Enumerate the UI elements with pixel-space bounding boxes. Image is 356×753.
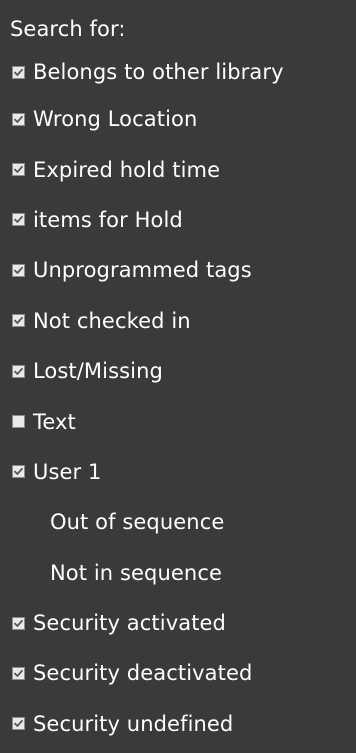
checkbox[interactable]: [12, 314, 25, 328]
checkmark-icon: [14, 669, 23, 677]
search-option-row[interactable]: Not checked in: [0, 296, 356, 346]
search-option-label: Expired hold time: [33, 157, 221, 182]
search-options-panel: Search for: Belongs to other library Wron…: [0, 0, 356, 753]
checkmark-icon: [14, 115, 23, 123]
search-option-row[interactable]: Security activated: [0, 598, 356, 648]
search-option-label: Not checked in: [33, 308, 191, 333]
checkmark-icon: [14, 68, 23, 76]
checkbox[interactable]: [12, 465, 25, 479]
search-option-label: Security deactivated: [33, 661, 253, 686]
search-option-row[interactable]: User 1: [0, 447, 356, 497]
search-option-label: Text: [33, 409, 76, 434]
search-option-label: Security undefined: [33, 711, 234, 736]
checkbox[interactable]: [12, 666, 25, 680]
search-option-label: User 1: [33, 459, 102, 484]
search-option-row[interactable]: Belongs to other library: [0, 50, 356, 94]
search-option-row[interactable]: Unprogrammed tags: [0, 245, 356, 295]
search-option-row: Out of sequence: [0, 497, 356, 547]
search-option-label: Not in sequence: [50, 560, 222, 585]
checkmark-icon: [14, 216, 23, 224]
checkbox[interactable]: [12, 112, 25, 126]
search-option-row[interactable]: Wrong Location: [0, 94, 356, 144]
search-option-label: Unprogrammed tags: [33, 258, 252, 283]
checkbox[interactable]: [12, 65, 25, 79]
checkmark-icon: [14, 266, 23, 274]
search-option-label: Belongs to other library: [33, 60, 284, 84]
search-option-row: Not in sequence: [0, 548, 356, 598]
checkbox[interactable]: [12, 364, 25, 378]
checkbox[interactable]: [12, 415, 25, 429]
search-option-label: Lost/Missing: [33, 359, 163, 384]
checkbox[interactable]: [12, 717, 25, 731]
search-option-label: items for Hold: [33, 207, 183, 232]
checkmark-icon: [14, 165, 23, 173]
search-option-row[interactable]: items for Hold: [0, 195, 356, 245]
search-for-heading: Search for:: [10, 17, 126, 41]
search-option-row[interactable]: Security deactivated: [0, 648, 356, 698]
checkbox[interactable]: [12, 163, 25, 177]
search-option-row[interactable]: Expired hold time: [0, 144, 356, 194]
checkmark-icon: [14, 619, 23, 627]
search-option-label: Out of sequence: [50, 510, 225, 535]
checkbox[interactable]: [12, 213, 25, 227]
checkmark-icon: [14, 317, 23, 325]
search-options-list: Belongs to other library Wrong Location Ex…: [0, 50, 356, 749]
checkmark-icon: [14, 468, 23, 476]
checkmark-icon: [14, 720, 23, 728]
search-option-label: Security activated: [33, 611, 226, 636]
checkbox[interactable]: [12, 263, 25, 277]
checkbox[interactable]: [12, 616, 25, 630]
search-option-row[interactable]: Text: [0, 396, 356, 446]
search-option-row[interactable]: Lost/Missing: [0, 346, 356, 396]
checkmark-icon: [14, 367, 23, 375]
search-option-label: Wrong Location: [33, 107, 198, 132]
search-option-row[interactable]: Security undefined: [0, 699, 356, 749]
